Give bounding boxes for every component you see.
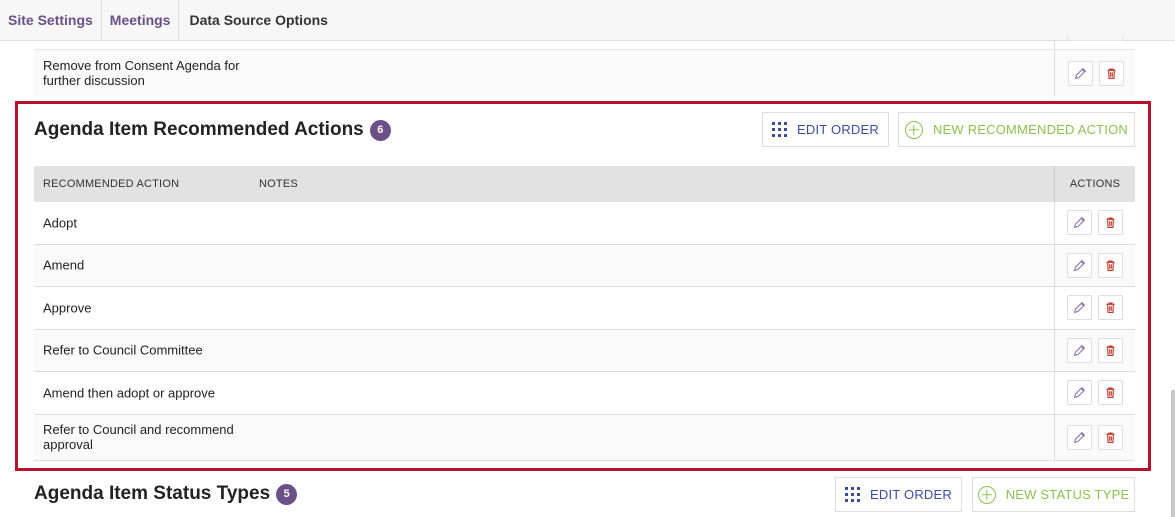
edit-order-label: EDIT ORDER [797,122,879,137]
grid-dots-icon [772,122,788,137]
delete-button[interactable] [1098,424,1123,450]
trash-icon [1106,387,1115,399]
table-row: Refer to Council and recommend approval [34,414,1135,461]
trash-icon [1106,217,1115,229]
table-header: RECOMMENDED ACTION NOTES ACTIONS [34,166,1135,202]
edit-order-button[interactable]: EDIT ORDER [835,477,962,512]
new-status-type-button[interactable]: NEW STATUS TYPE [972,477,1135,512]
trash-icon [1106,431,1115,443]
plus-circle-icon [904,120,923,139]
row-label: Refer to Council Committee [43,342,203,358]
table-row: Approve [34,287,1135,330]
trash-icon [1106,345,1115,356]
row-label: Approve [43,300,92,316]
delete-button[interactable] [1098,210,1123,236]
row-actions [1054,414,1135,460]
trash-icon [1106,302,1115,314]
table-row: Refer to Council Committee [34,329,1135,372]
table-row: Amend [34,244,1135,287]
new-recommended-action-label: NEW RECOMMENDED ACTION [932,122,1129,137]
count-badge: 5 [276,483,298,505]
trash-icon [1107,68,1116,79]
row-actions [1054,50,1135,97]
delete-button[interactable] [1098,380,1123,406]
previous-section-table: Remove from Consent Agenda for further d… [34,33,1135,97]
delete-button[interactable] [1099,61,1124,86]
scrollbar[interactable] [1171,390,1175,517]
new-recommended-action-button[interactable]: NEW RECOMMENDED ACTION [898,112,1135,147]
plus-circle-icon [977,485,996,504]
pencil-icon [1073,259,1086,271]
edit-order-button[interactable]: EDIT ORDER [762,112,889,147]
edit-order-label: EDIT ORDER [870,487,952,502]
row-actions [1054,202,1135,244]
pencil-icon [1073,387,1086,399]
count-badge: 6 [369,119,391,141]
section-title-text: Agenda Item Recommended Actions [34,119,364,140]
breadcrumb: Site Settings Meetings Data Source Optio… [0,0,1175,41]
new-status-type-label: NEW STATUS TYPE [1005,487,1130,502]
row-label: Amend [43,257,85,273]
breadcrumb-site-settings[interactable]: Site Settings [0,0,102,40]
edit-button[interactable] [1067,252,1092,278]
table-row: Amend then adopt or approve [34,372,1135,415]
pencil-icon [1073,431,1086,443]
breadcrumb-current: Data Source Options [189,12,328,28]
edit-button[interactable] [1067,295,1092,321]
pencil-icon [1074,67,1087,80]
row-actions [1054,329,1135,371]
delete-button[interactable] [1098,337,1123,363]
breadcrumb-meetings[interactable]: Meetings [102,0,180,40]
row-label: Amend then adopt or approve [43,385,216,401]
row-label: Remove from Consent Agenda for further d… [43,58,240,88]
trash-icon [1106,260,1115,271]
edit-button[interactable] [1067,210,1092,236]
column-notes[interactable]: NOTES [259,178,298,190]
pencil-icon [1073,217,1086,229]
edit-button[interactable] [1067,424,1092,450]
delete-button[interactable] [1098,295,1123,321]
pencil-icon [1073,302,1086,314]
column-actions: ACTIONS [1054,166,1135,202]
grid-dots-icon [845,487,861,502]
section-title-text: Agenda Item Status Types [34,483,271,504]
recommended-actions-table: RECOMMENDED ACTION NOTES ACTIONS Adopt A… [34,166,1135,461]
row-actions [1054,372,1135,414]
row-label: Refer to Council and recommend approval [43,422,234,452]
row-actions [1054,244,1135,286]
edit-button[interactable] [1068,61,1093,86]
edit-button[interactable] [1067,337,1092,363]
section-title-status-types: Agenda Item Status Types 5 [34,483,298,505]
column-recommended-action[interactable]: RECOMMENDED ACTION [43,178,179,190]
table-row: Remove from Consent Agenda for further d… [34,49,1135,97]
row-label: Adopt [43,215,77,231]
delete-button[interactable] [1098,252,1123,278]
section-title-recommended-actions: Agenda Item Recommended Actions 6 [34,119,391,141]
pencil-icon [1073,344,1086,356]
row-actions [1054,287,1135,329]
edit-button[interactable] [1067,380,1092,406]
table-row: Adopt [34,202,1135,245]
